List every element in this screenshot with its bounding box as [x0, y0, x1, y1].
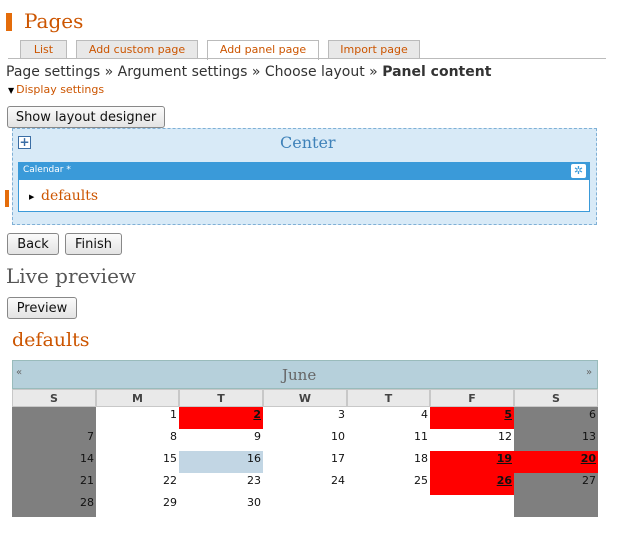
finish-button[interactable]: Finish	[65, 233, 122, 255]
tab-list[interactable]: List	[20, 40, 67, 59]
drag-handle-marker	[5, 190, 9, 207]
live-preview-heading: Live preview	[6, 264, 137, 288]
calendar-day[interactable]: 2	[179, 407, 263, 429]
weekday-header: S	[12, 389, 96, 407]
calendar-empty-cell	[430, 495, 514, 517]
calendar-empty-cell	[263, 495, 347, 517]
calendar-prev-link[interactable]: «	[16, 367, 22, 378]
calendar-day[interactable]: 27	[514, 473, 598, 495]
breadcrumb-separator: »	[104, 64, 114, 80]
gear-icon[interactable]: ✲	[571, 164, 586, 178]
calendar-day[interactable]: 23	[179, 473, 263, 495]
calendar-day[interactable]: 6	[514, 407, 598, 429]
calendar-empty-cell	[12, 407, 96, 429]
weekday-header: S	[514, 389, 598, 407]
calendar-empty-cell	[514, 495, 598, 517]
breadcrumb-argument-settings: Argument settings	[117, 64, 248, 80]
calendar-day[interactable]: 18	[347, 451, 430, 473]
calendar-day[interactable]: 8	[96, 429, 179, 451]
calendar-day[interactable]: 17	[263, 451, 347, 473]
pane-body	[18, 180, 590, 212]
calendar-day[interactable]: 7	[12, 429, 96, 451]
calendar-day[interactable]: 16	[179, 451, 263, 473]
calendar-day[interactable]: 25	[347, 473, 430, 495]
breadcrumb-choose-layout: Choose layout	[264, 64, 365, 80]
region-label: Center	[280, 133, 336, 152]
calendar-day[interactable]: 10	[263, 429, 347, 451]
add-content-plus-icon[interactable]: +	[18, 136, 31, 149]
back-button[interactable]: Back	[7, 233, 59, 255]
calendar-day[interactable]: 4	[347, 407, 430, 429]
collapse-triangle-icon: ▼	[8, 86, 15, 95]
tab-import-page[interactable]: Import page	[328, 40, 420, 59]
calendar-month: June	[282, 366, 317, 384]
calendar-day[interactable]: 1	[96, 407, 179, 429]
pane-content-title: defaults	[41, 188, 99, 204]
display-settings-label: Display settings	[16, 83, 105, 96]
calendar-day[interactable]: 28	[12, 495, 96, 517]
preview-title: defaults	[12, 329, 90, 351]
preview-button[interactable]: Preview	[7, 297, 77, 319]
tab-add-panel-page[interactable]: Add panel page	[207, 40, 319, 60]
weekday-header: T	[179, 389, 263, 407]
calendar-day[interactable]: 9	[179, 429, 263, 451]
show-layout-designer-button[interactable]: Show layout designer	[7, 106, 165, 128]
calendar-day[interactable]: 5	[430, 407, 514, 429]
weekday-header: F	[430, 389, 514, 407]
breadcrumb-panel-content: Panel content	[382, 64, 492, 80]
tab-add-custom-page[interactable]: Add custom page	[76, 40, 198, 59]
calendar-day[interactable]: 19	[430, 451, 514, 473]
calendar-grid: S M T W T F S 1 2 3 4 5 6 7 8 9 10 11 12 13 14 15 16 17 18 19 20 21…	[12, 389, 598, 518]
calendar-day[interactable]: 11	[347, 429, 430, 451]
calendar-day[interactable]: 24	[263, 473, 347, 495]
tabs-divider	[8, 58, 606, 59]
breadcrumb-separator: »	[251, 64, 261, 80]
pane-title: Calendar *	[23, 165, 71, 175]
page-title: Pages	[24, 9, 84, 33]
breadcrumb-page-settings: Page settings	[6, 64, 101, 80]
weekday-header: T	[347, 389, 430, 407]
expand-triangle-icon[interactable]: ▶	[29, 193, 34, 201]
calendar-day[interactable]: 26	[430, 473, 514, 495]
breadcrumb: Page settings » Argument settings » Choo…	[6, 64, 491, 80]
pane-header[interactable]	[18, 162, 590, 180]
calendar-day[interactable]: 30	[179, 495, 263, 517]
display-settings-toggle[interactable]: ▼ Display settings	[8, 83, 104, 96]
calendar-empty-cell	[347, 495, 430, 517]
calendar-day[interactable]: 13	[514, 429, 598, 451]
calendar-day[interactable]: 14	[12, 451, 96, 473]
title-accent-bar	[6, 13, 12, 31]
calendar-day[interactable]: 22	[96, 473, 179, 495]
calendar-day[interactable]: 15	[96, 451, 179, 473]
calendar-day[interactable]: 20	[514, 451, 598, 473]
weekday-header: M	[96, 389, 179, 407]
breadcrumb-separator: »	[369, 64, 378, 80]
calendar-day[interactable]: 29	[96, 495, 179, 517]
calendar-day[interactable]: 3	[263, 407, 347, 429]
calendar-day[interactable]: 12	[430, 429, 514, 451]
weekday-header: W	[263, 389, 347, 407]
calendar-day[interactable]: 21	[12, 473, 96, 495]
calendar-next-link[interactable]: »	[586, 367, 592, 378]
